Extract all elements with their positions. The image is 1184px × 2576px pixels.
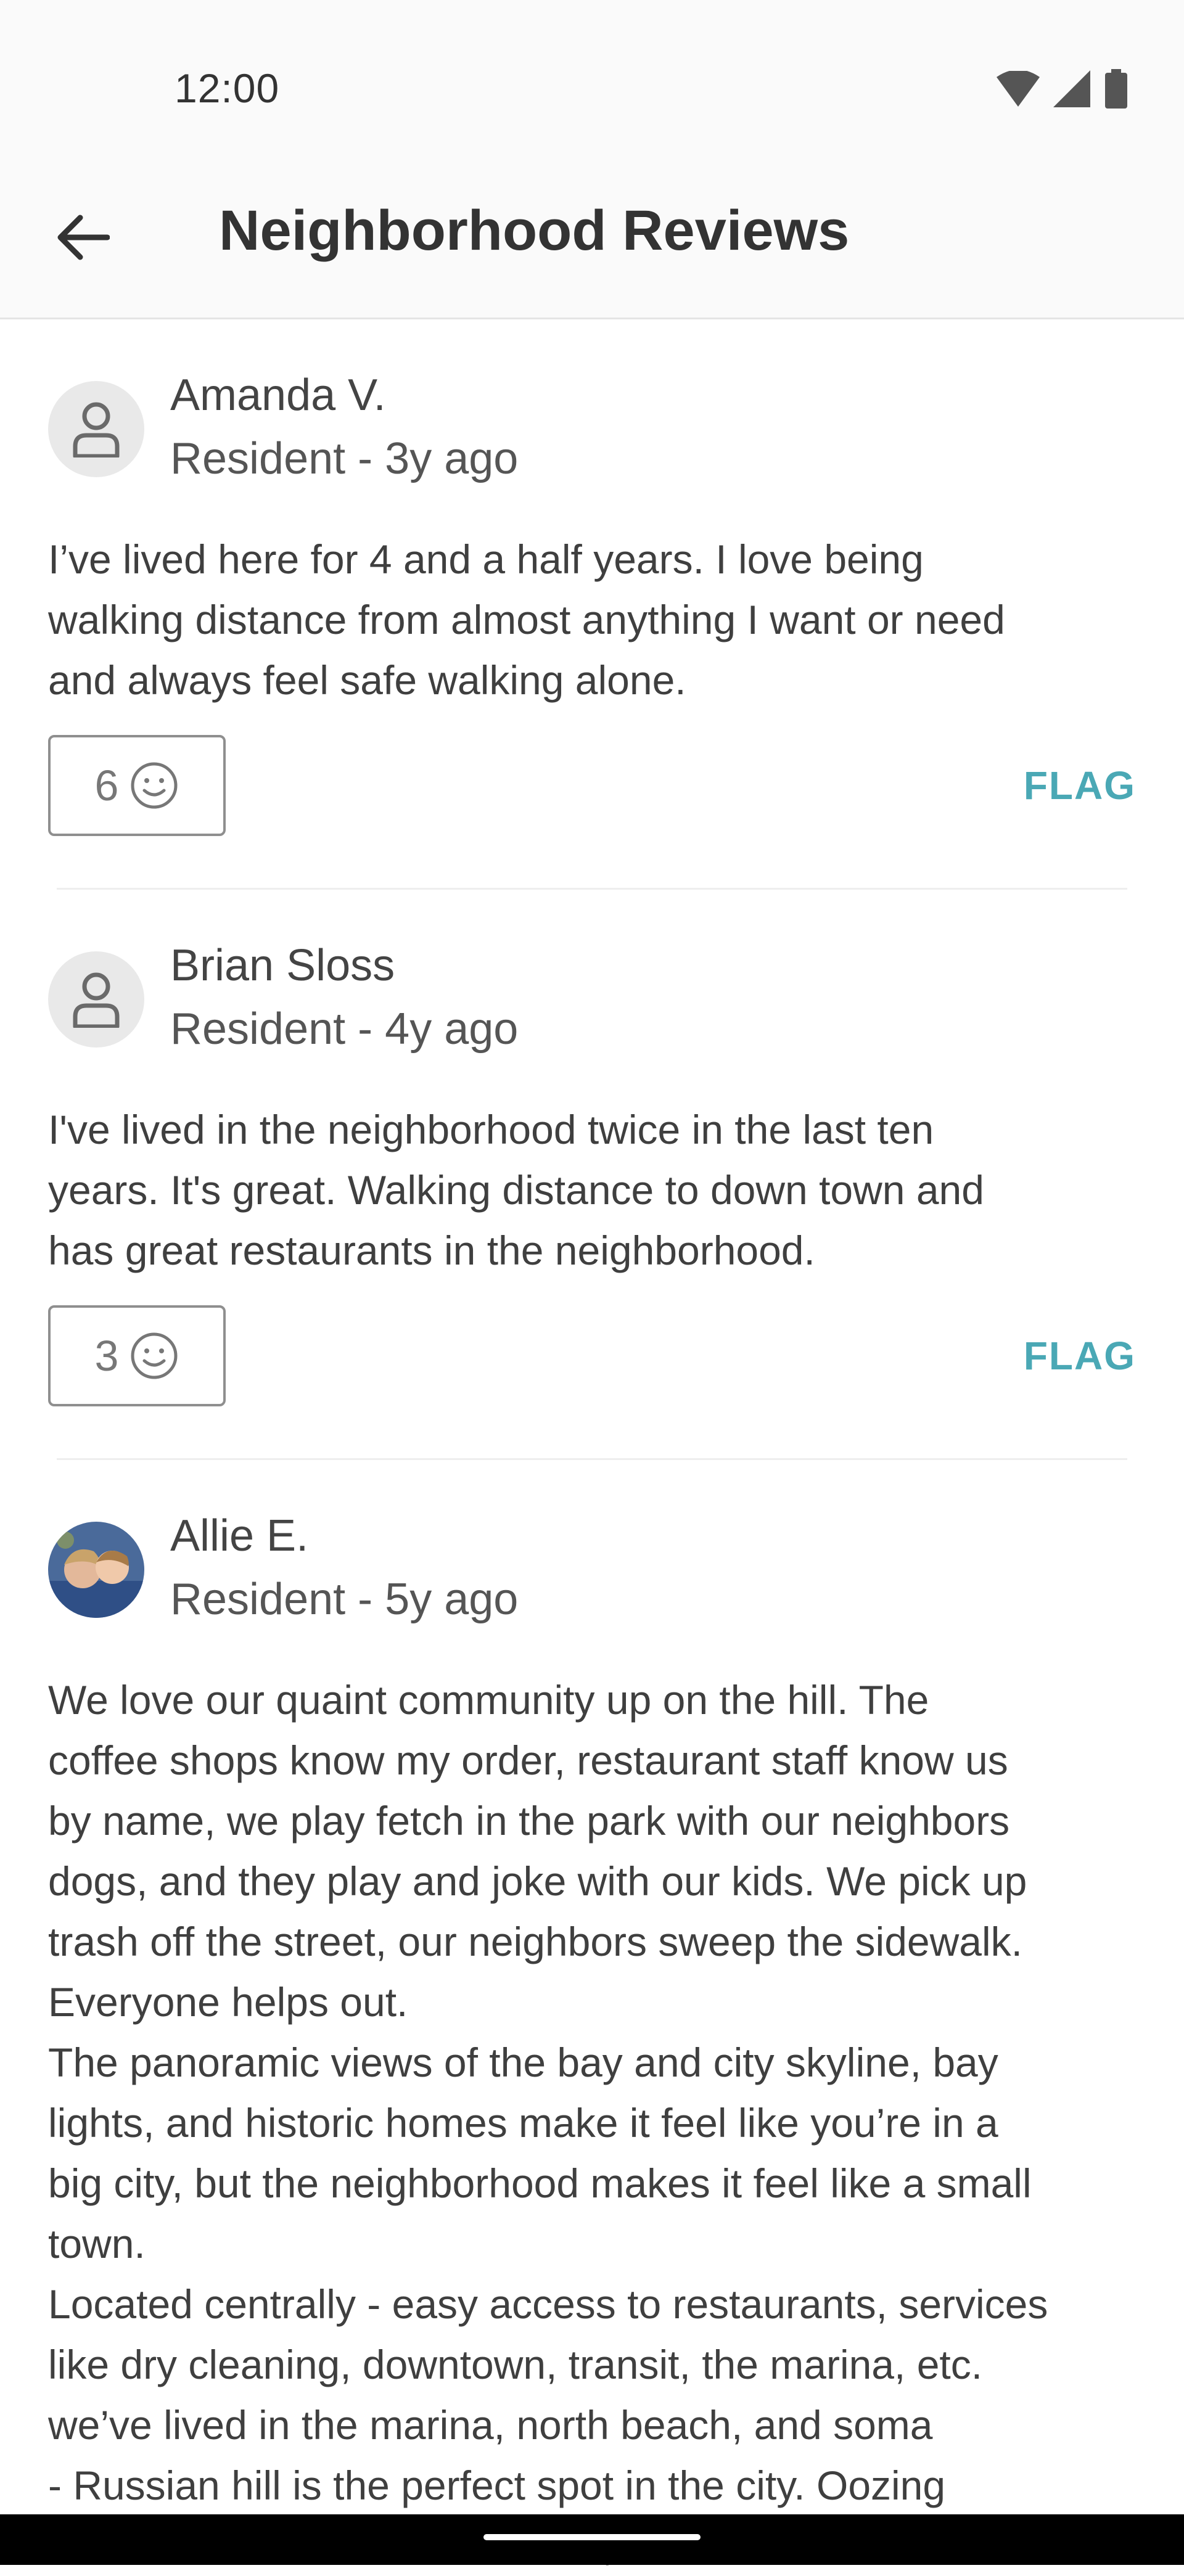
profile-photo-icon: [48, 1522, 144, 1618]
wifi-icon: [997, 71, 1040, 107]
reviews-list: Amanda V. Resident - 3y ago I’ve lived h…: [0, 319, 1184, 2576]
reviewer-name: Allie E.: [170, 1511, 309, 1561]
flag-button[interactable]: FLAG: [1024, 763, 1136, 808]
helpful-button[interactable]: 6: [48, 735, 226, 836]
reviewer-meta: Resident - 3y ago: [170, 434, 519, 483]
back-button[interactable]: [43, 197, 123, 277]
flag-button[interactable]: FLAG: [1024, 1333, 1136, 1379]
review-text: I've lived in the neighborhood twice in …: [48, 1107, 984, 1273]
home-gesture-handle[interactable]: [483, 2534, 701, 2540]
status-icons: [997, 69, 1128, 109]
battery-icon: [1105, 69, 1127, 109]
reviewer-meta: Resident - 5y ago: [170, 1575, 519, 1624]
reviewer-meta: Resident - 4y ago: [170, 1004, 519, 1054]
person-icon: [73, 402, 120, 457]
review-text: I’ve lived here for 4 and a half years. …: [48, 536, 1005, 703]
avatar: [48, 951, 144, 1048]
navigation-bar: [0, 2514, 1184, 2565]
status-time: 12:00: [175, 65, 280, 111]
helpful-count: 6: [94, 761, 119, 810]
status-bar: 12:00: [0, 0, 1184, 160]
cellular-signal-icon: [1053, 70, 1090, 107]
helpful-count: 3: [94, 1332, 119, 1380]
reviewer-name: Brian Sloss: [170, 941, 395, 990]
helpful-button[interactable]: 3: [48, 1305, 226, 1406]
review-card: Amanda V. Resident - 3y ago I’ve lived h…: [0, 319, 1184, 890]
avatar: [48, 381, 144, 477]
avatar-photo: [48, 1522, 144, 1618]
review-actions: 3 FLAG: [48, 1305, 1136, 1410]
reviewer-name: Amanda V.: [170, 371, 386, 420]
arrow-back-icon: [57, 215, 110, 260]
person-icon: [73, 972, 120, 1028]
review-header: Amanda V. Resident - 3y ago: [48, 319, 1136, 483]
review-text: We love our quaint community up on the h…: [48, 1677, 1048, 2569]
app-bar: Neighborhood Reviews: [0, 160, 1184, 319]
review-header: Allie E. Resident - 5y ago: [48, 1460, 1136, 1624]
page-title: Neighborhood Reviews: [219, 199, 850, 262]
smiley-icon: [131, 1332, 178, 1379]
review-card: Allie E. Resident - 5y ago We love our q…: [0, 1460, 1184, 2576]
review-card: Brian Sloss Resident - 4y ago I've lived…: [0, 890, 1184, 1460]
review-header: Brian Sloss Resident - 4y ago: [48, 890, 1136, 1054]
review-actions: 6 FLAG: [48, 735, 1136, 840]
smiley-icon: [131, 762, 178, 809]
